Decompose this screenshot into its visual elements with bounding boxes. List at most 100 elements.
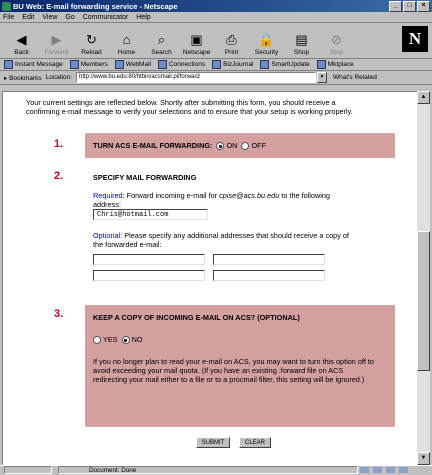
- optional-text: Please specify any additional addresses …: [93, 231, 349, 249]
- forwarding-off-label: OFF: [251, 141, 267, 150]
- personal-item[interactable]: Connections: [157, 60, 206, 69]
- bookmarks-button[interactable]: ▸ Bookmarks: [4, 74, 42, 82]
- extra-address-input-2[interactable]: [213, 254, 325, 265]
- bookmark-icon: [212, 60, 222, 69]
- personal-item[interactable]: SmartUpdate: [260, 60, 310, 69]
- submit-button[interactable]: SUBMIT: [196, 437, 230, 448]
- personal-item[interactable]: Mktplace: [316, 60, 354, 69]
- reload-icon: ↻: [86, 32, 97, 47]
- navigation-toolbar: ◀ Back ▶ Forward ↻ Reload ⌂ Home ⌕ Search ▣ Netscap…: [0, 23, 432, 59]
- keep-copy-yes-radio[interactable]: [93, 336, 101, 345]
- personal-item[interactable]: BizJournal: [212, 60, 253, 69]
- toolbar-search-button[interactable]: ⌕ Search: [146, 32, 177, 56]
- menu-help[interactable]: Help: [136, 14, 150, 21]
- forward-arrow-icon: ▶: [51, 32, 62, 47]
- keep-copy-no-label: NO: [131, 335, 143, 344]
- menu-view[interactable]: View: [42, 14, 57, 21]
- extra-address-input-4[interactable]: [213, 270, 325, 281]
- toolbar-reload-button[interactable]: ↻ Reload: [76, 32, 107, 56]
- scroll-down-button[interactable]: ▼: [417, 452, 430, 465]
- url-input[interactable]: http://www.bu.edu:80/htbin/acsmail.pl/fo…: [75, 72, 316, 83]
- section-3-number: 3.: [54, 308, 64, 320]
- personal-item-label: Instant Message: [15, 61, 63, 68]
- lock-icon: 🔒: [258, 32, 275, 47]
- toolbar-netscape-button[interactable]: ▣ Netscape: [181, 32, 212, 56]
- toolbar-shop-button[interactable]: ▤ Shop: [286, 32, 317, 56]
- composer-icon[interactable]: [386, 467, 395, 473]
- menu-edit[interactable]: Edit: [22, 14, 34, 21]
- security-indicator[interactable]: [4, 466, 52, 474]
- bookmarks-label: Bookmarks: [9, 74, 42, 82]
- navigator-icon[interactable]: [360, 467, 369, 473]
- minimize-button[interactable]: _: [389, 0, 402, 12]
- bookmark-icon: [114, 60, 124, 69]
- personal-toolbar: Instant Message Members WebMail Connections…: [0, 59, 432, 71]
- forward-address-input[interactable]: Chris@hotmail.com: [93, 209, 208, 220]
- menu-go[interactable]: Go: [65, 14, 74, 21]
- toolbar-forward-button[interactable]: ▶ Forward: [41, 32, 72, 56]
- personal-item[interactable]: Members: [69, 60, 108, 69]
- toolbar-security-button[interactable]: 🔒 Security: [251, 32, 282, 56]
- back-arrow-icon: ◀: [16, 32, 27, 47]
- scroll-thumb[interactable]: [417, 231, 430, 371]
- netscape-icon: ▣: [190, 32, 203, 47]
- bookmark-icon: [260, 60, 270, 69]
- toolbar-button-label: Back: [14, 49, 29, 56]
- section-1-number: 1.: [54, 138, 64, 150]
- location-bar: ▸ Bookmarks Location: http://www.bu.edu:…: [0, 71, 432, 85]
- personal-item[interactable]: WebMail: [114, 60, 151, 69]
- home-icon: ⌂: [122, 32, 131, 47]
- personal-item-label: Connections: [168, 61, 206, 68]
- toolbar-stop-button[interactable]: ⊘ Stop: [321, 32, 352, 56]
- keep-copy-yes-label: YES: [103, 335, 118, 344]
- keep-copy-options: YES NO: [91, 335, 143, 345]
- forwarding-off-radio[interactable]: [241, 142, 250, 151]
- netscape-logo[interactable]: N: [402, 26, 428, 52]
- print-icon: ⎙: [226, 32, 237, 47]
- section-3-heading: KEEP A COPY OF INCOMING E-MAIL ON ACS? (…: [93, 313, 300, 322]
- bookmark-icon: [4, 60, 13, 69]
- bookmark-icon: [69, 60, 79, 69]
- extra-address-input-3[interactable]: [93, 270, 205, 281]
- extra-address-input-1[interactable]: [93, 254, 205, 265]
- toolbar-button-label: Home: [117, 49, 136, 56]
- toolbar-print-button[interactable]: ⎙ Print: [216, 32, 247, 56]
- bookmark-icon: [316, 60, 326, 69]
- personal-item[interactable]: Instant Message: [4, 60, 63, 69]
- keep-copy-no-radio[interactable]: [121, 336, 130, 345]
- scroll-up-button[interactable]: ▲: [417, 91, 430, 104]
- section-2-number: 2.: [54, 170, 64, 182]
- bookmark-icon: [157, 60, 167, 69]
- personal-item-label: WebMail: [125, 61, 151, 68]
- toolbar-button-label: Stop: [329, 49, 344, 56]
- required-label: Required:: [93, 191, 125, 200]
- close-button[interactable]: ×: [417, 0, 430, 12]
- toolbar-back-button[interactable]: ◀ Back: [6, 32, 37, 56]
- location-label: Location:: [45, 74, 72, 81]
- clear-button[interactable]: CLEAR: [239, 437, 271, 448]
- menu-bar: File Edit View Go Communicator Help: [0, 12, 432, 23]
- toolbar-button-label: Search: [151, 49, 172, 56]
- toolbar-button-label: Reload: [81, 49, 102, 56]
- mail-icon[interactable]: [373, 467, 382, 473]
- url-dropdown-button[interactable]: ▼: [316, 72, 327, 83]
- personal-item-label: SmartUpdate: [271, 61, 310, 68]
- whats-related-label: What's Related: [332, 74, 377, 81]
- toolbar-button-label: Print: [224, 49, 239, 56]
- toolbar-home-button[interactable]: ⌂ Home: [111, 32, 142, 56]
- section-1-heading: TURN ACS E-MAIL FORWARDING:: [93, 141, 213, 150]
- optional-label: Optional:: [93, 231, 123, 240]
- maximize-button[interactable]: □: [403, 0, 416, 12]
- status-text: Document: Done: [58, 466, 358, 474]
- intro-text: Your current settings are reflected belo…: [26, 98, 353, 116]
- vertical-scrollbar[interactable]: ▲ ▼: [417, 91, 430, 465]
- netscape-app-icon: [2, 1, 11, 11]
- browser-window: BU Web: E-mail forwarding service - Nets…: [0, 0, 432, 475]
- toolbar-button-label: Security: [254, 49, 279, 56]
- menu-file[interactable]: File: [3, 14, 14, 21]
- discussion-icon[interactable]: [399, 467, 408, 473]
- menu-communicator[interactable]: Communicator: [83, 14, 129, 21]
- forwarding-on-radio[interactable]: [216, 142, 225, 151]
- whats-related-button[interactable]: What's Related: [333, 74, 377, 81]
- required-email: cpise@acs.bu.edu: [219, 191, 280, 200]
